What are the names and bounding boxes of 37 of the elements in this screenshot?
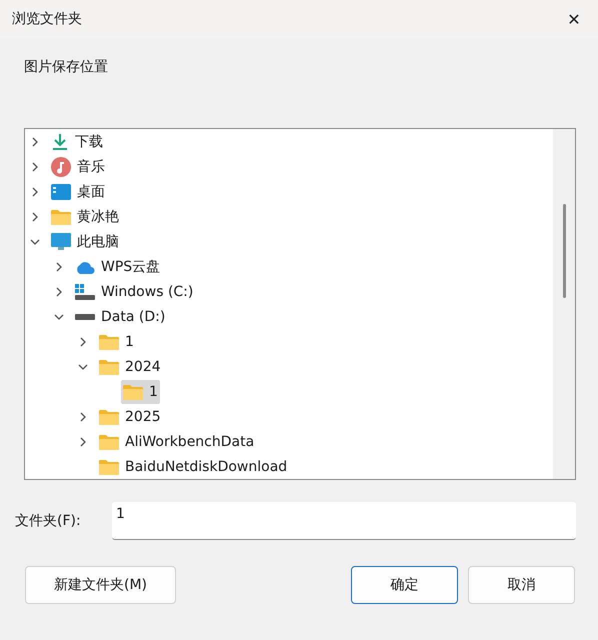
tree-item[interactable]: 1 bbox=[121, 380, 160, 404]
tree-item[interactable]: 下载 bbox=[49, 130, 105, 154]
folder-icon bbox=[99, 408, 119, 424]
drive-icon bbox=[75, 314, 95, 320]
folder-icon bbox=[99, 434, 119, 450]
window-title: 浏览文件夹 bbox=[12, 10, 82, 28]
folder-icon bbox=[99, 458, 119, 474]
desktop-icon bbox=[51, 184, 71, 200]
dialog-description: 图片保存位置 bbox=[24, 58, 108, 76]
tree-item[interactable]: 桌面 bbox=[49, 180, 107, 204]
folder-input[interactable]: 1 bbox=[112, 502, 576, 540]
folder-icon bbox=[51, 208, 71, 224]
tree-item[interactable]: 此电脑 bbox=[49, 230, 121, 254]
tree-item[interactable]: 1 bbox=[97, 330, 136, 354]
scrollbar[interactable] bbox=[553, 129, 575, 479]
music-icon bbox=[51, 156, 71, 176]
folder-icon bbox=[123, 384, 143, 400]
tree-item[interactable]: BaiduNetdiskDownload bbox=[97, 454, 290, 478]
field-label: 文件夹(F): bbox=[15, 512, 82, 530]
folder-icon bbox=[99, 358, 119, 374]
tree-item[interactable]: 2025 bbox=[97, 404, 163, 428]
tree-item[interactable]: Data (D:) bbox=[73, 304, 168, 328]
tree-item[interactable]: AliWorkbenchData bbox=[97, 430, 256, 454]
tree-item[interactable]: Windows (C:) bbox=[73, 280, 196, 304]
tree-item[interactable]: WPS云盘 bbox=[73, 254, 162, 278]
folder-icon bbox=[99, 334, 119, 350]
drive-icon bbox=[75, 284, 95, 300]
tree-item[interactable]: 音乐 bbox=[49, 154, 107, 178]
tree-item[interactable]: 2024 bbox=[97, 354, 163, 378]
cloud-icon bbox=[75, 260, 95, 274]
tree-item[interactable]: 黄冰艳 bbox=[49, 204, 121, 228]
dialog-button[interactable]: 确定 bbox=[351, 566, 458, 604]
dialog-button[interactable]: 新建文件夹(M) bbox=[25, 566, 176, 604]
download-icon bbox=[51, 132, 69, 150]
close-button[interactable]: ✕ bbox=[552, 0, 596, 38]
monitor-icon bbox=[51, 232, 71, 252]
dialog-button[interactable]: 取消 bbox=[468, 566, 575, 604]
